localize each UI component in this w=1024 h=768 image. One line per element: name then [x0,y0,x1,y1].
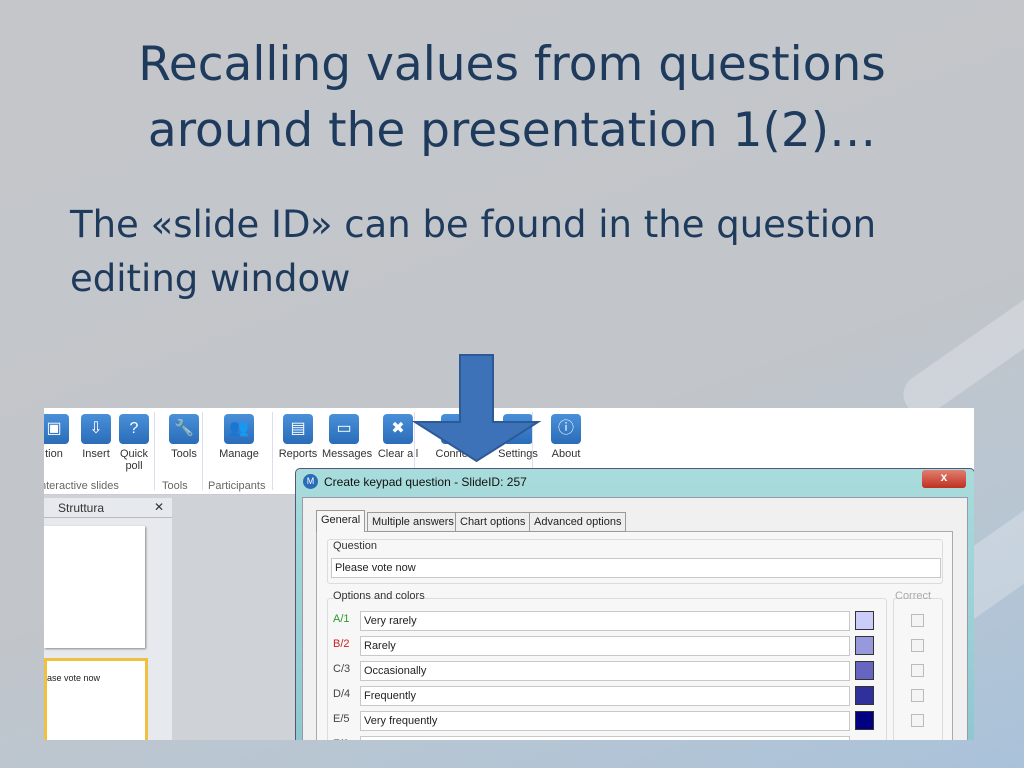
slide-thumbnail[interactable] [44,526,145,648]
ribbon-button-label: Quick poll [119,448,149,472]
option-key: D/4 [333,688,351,700]
report-icon: ▤ [283,414,313,444]
close-icon[interactable]: ✕ [154,500,164,514]
option-input[interactable] [360,736,850,740]
messages-icon: ▭ [329,414,359,444]
dialog-body: Question Please vote now Options and col… [302,497,968,740]
tab-struttura[interactable]: Struttura [58,501,104,515]
option-input[interactable]: Very frequently [360,711,850,731]
correct-checkbox[interactable] [911,664,924,677]
ribbon-group-label: Participants [208,480,266,492]
ribbon-group-label: Tools [162,480,188,492]
close-button[interactable]: x [922,470,966,488]
option-input[interactable]: Frequently [360,686,850,706]
options-label: Options and colors [333,590,425,602]
slide-icon: ▣ [44,414,69,444]
body-line: editing window [70,257,351,300]
ribbon-separator [202,412,203,490]
question-input[interactable]: Please vote now [331,558,941,578]
ribbon-button-label: About [551,448,581,460]
ribbon-button-label: Insert [82,448,110,460]
option-color-swatch[interactable] [855,661,874,680]
ribbon-separator [154,412,155,490]
ribbon-separator [272,412,273,490]
ribbon-button-label: Manage [219,448,259,460]
title-line: Recalling values from questions [138,37,886,92]
option-input[interactable]: Rarely [360,636,850,656]
title-line: around the presentation 1(2)… [147,103,877,158]
question-label: Question [333,540,378,552]
correct-checkbox[interactable] [911,689,924,702]
ribbon-button-label: Tools [171,448,197,460]
wrench-icon: 🔧 [169,414,199,444]
correct-checkbox[interactable] [911,614,924,627]
slides-panel: Struttura ✕ ase vote now [44,498,172,740]
option-key: C/3 [333,663,351,675]
option-color-swatch[interactable] [855,636,874,655]
quick-poll-icon: ? [119,414,149,444]
create-question-dialog: M Create keypad question - SlideID: 257 … [295,468,974,740]
correct-label: Correct [895,590,932,602]
option-key: F/6 [333,738,349,740]
option-color-swatch[interactable] [855,711,874,730]
ribbon-button-label: tion [45,448,63,460]
ribbon-button-tools[interactable]: 🔧 Tools [162,414,206,460]
app-logo-icon: M [303,474,318,489]
slide-body: The «slide ID» can be found in the quest… [70,198,950,306]
slide-thumbnail-selected[interactable]: ase vote now [44,658,148,740]
arrow-shape [411,354,542,463]
down-arrow [411,354,542,463]
insert-icon: ⇩ [81,414,111,444]
option-key: A/1 [333,613,350,625]
ribbon-group-label: nteractive slides [44,480,119,492]
ribbon-button-reports[interactable]: ▤ Reports [276,414,320,460]
tab-multiple-answers[interactable]: Multiple answers [367,512,459,532]
option-key: B/2 [333,638,350,650]
option-input[interactable]: Very rarely [360,611,850,631]
slide-title: Recalling values from questions around t… [0,32,1024,164]
tab-chart-options[interactable]: Chart options [455,512,531,532]
tab-general[interactable]: General [316,510,366,532]
users-icon: 👥 [224,414,254,444]
clear-icon: ✖ [383,414,413,444]
ribbon-button-tion[interactable]: ▣ tion [44,414,76,460]
ribbon-button-manage[interactable]: 👥 Manage [214,414,264,460]
thumb-text: ase vote now [47,673,101,683]
correct-checkbox[interactable] [911,639,924,652]
option-key: E/5 [333,713,350,725]
correct-checkbox[interactable] [911,714,924,727]
ribbon-button-label: Reports [278,448,318,460]
dialog-title: Create keypad question - SlideID: 257 [324,475,527,489]
option-color-swatch[interactable] [855,611,874,630]
body-line: The «slide ID» can be found in the quest… [70,203,877,246]
tab-advanced-options[interactable]: Advanced options [529,512,627,532]
option-input[interactable]: Occasionally [360,661,850,681]
ribbon-button-about[interactable]: ⓘ About [544,414,588,460]
option-color-swatch[interactable] [855,686,874,705]
ribbon-button-label: Messages [322,448,373,460]
ribbon-button-messages[interactable]: ▭ Messages [322,414,372,460]
ribbon-button-quick-poll[interactable]: ? Quick poll [112,414,156,472]
info-icon: ⓘ [551,414,581,444]
